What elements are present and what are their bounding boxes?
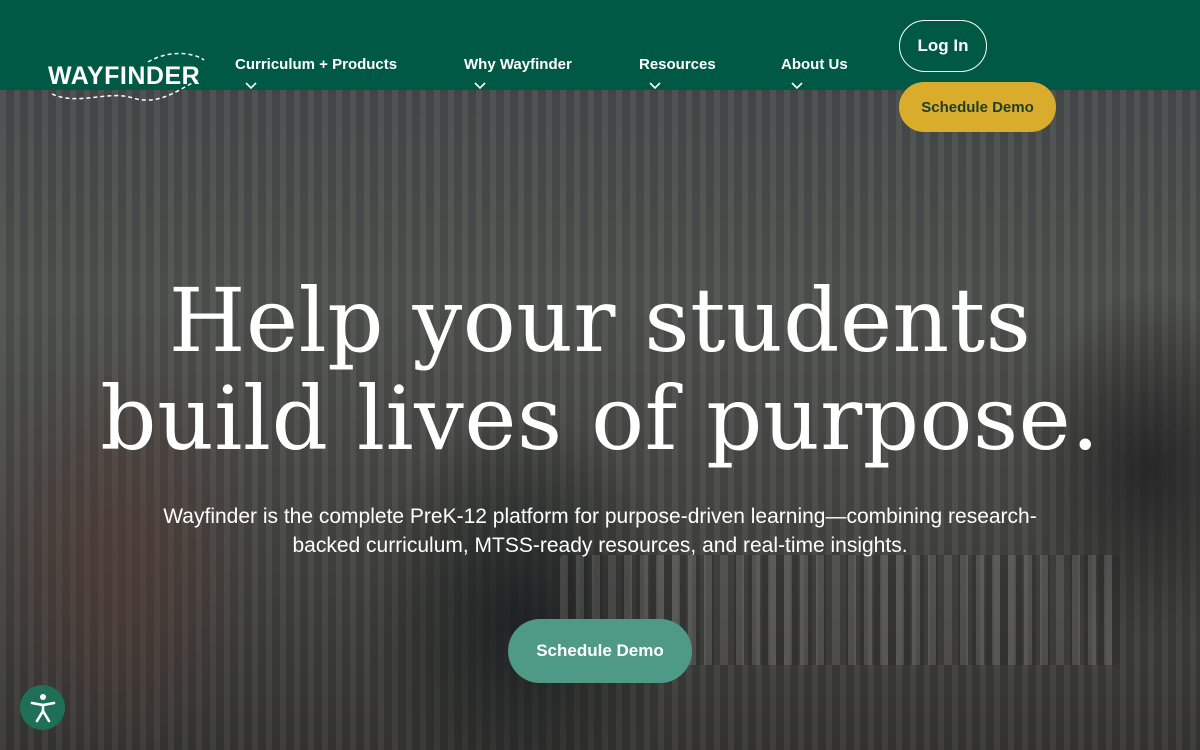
nav-item-label: Curriculum + Products <box>235 56 398 73</box>
chevron-down-icon <box>245 82 257 90</box>
chevron-down-icon <box>791 82 803 90</box>
login-button[interactable]: Log In <box>899 20 987 72</box>
nav-item-about-us[interactable]: About Us <box>781 56 848 90</box>
nav-item-label: About Us <box>781 56 848 73</box>
wayfinder-logo[interactable]: WAYFINDER <box>48 50 208 102</box>
chevron-down-icon <box>649 82 661 90</box>
accessibility-icon <box>30 693 55 722</box>
nav-item-label: Resources <box>639 56 716 73</box>
schedule-demo-header-button[interactable]: Schedule Demo <box>899 82 1056 132</box>
chevron-down-icon <box>474 82 486 90</box>
nav-item-why-wayfinder[interactable]: Why Wayfinder <box>464 56 572 90</box>
nav-item-label: Why Wayfinder <box>464 56 572 73</box>
page: WAYFINDER Curriculum + Products Why Wayf… <box>0 0 1200 750</box>
hero-subtitle: Wayfinder is the complete PreK-12 platfo… <box>163 505 1037 557</box>
accessibility-button[interactable] <box>20 685 65 730</box>
nav-item-curriculum-products[interactable]: Curriculum + Products <box>235 56 398 90</box>
hero-title: Help your students build lives of purpos… <box>100 272 1100 468</box>
hero-title-line-2: build lives of purpose. <box>100 367 1100 470</box>
logo-text: WAYFINDER <box>48 62 201 90</box>
schedule-demo-hero-button[interactable]: Schedule Demo <box>508 619 692 683</box>
hero-title-line-1: Help your students <box>168 269 1032 372</box>
nav-item-resources[interactable]: Resources <box>639 56 716 90</box>
